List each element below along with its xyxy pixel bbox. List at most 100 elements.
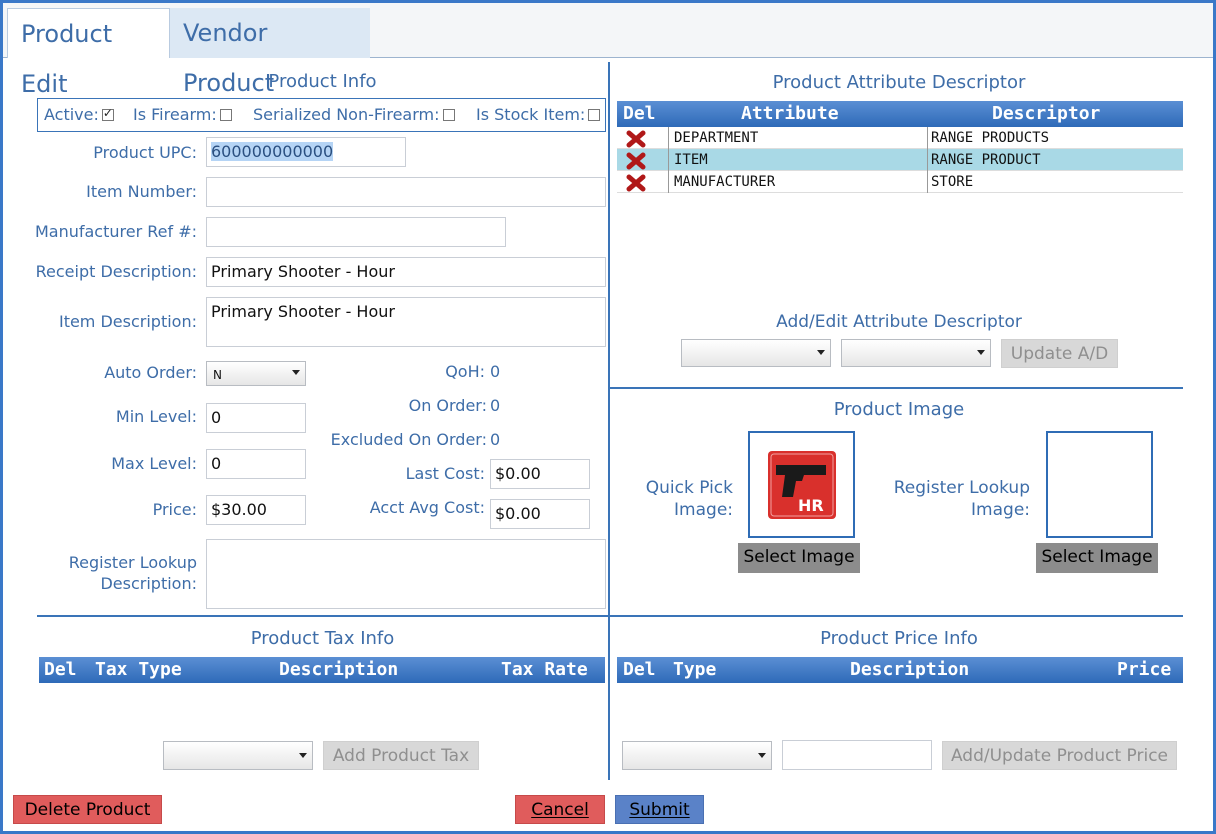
select-register-image-button[interactable]: Select Image: [1036, 543, 1158, 573]
col-attribute: Attribute: [741, 103, 839, 124]
reg-lookup-textarea[interactable]: [206, 539, 606, 609]
active-label: Active:: [44, 105, 99, 124]
chevron-down-icon: [758, 753, 766, 758]
excluded-value: 0: [490, 430, 501, 449]
divider-attr-image: [610, 387, 1183, 389]
col-description: Description: [279, 659, 399, 680]
stock-item-checkbox-field[interactable]: Is Stock Item:: [476, 105, 601, 124]
delete-x-icon[interactable]: [626, 130, 646, 148]
qoh-value: 0: [490, 362, 501, 381]
last-cost-label: Last Cost:: [405, 464, 485, 483]
add-product-tax-button[interactable]: Add Product Tax: [323, 741, 479, 770]
cell-separator: [668, 171, 669, 193]
delete-product-button[interactable]: Delete Product: [13, 795, 162, 824]
auto-order-select[interactable]: N: [206, 361, 306, 386]
cancel-button[interactable]: Cancel: [515, 795, 605, 824]
tab-vendor-product[interactable]: Vendor Product: [170, 8, 370, 97]
firearm-checkbox-field[interactable]: Is Firearm:: [133, 105, 232, 124]
max-level-input[interactable]: 0: [206, 449, 306, 479]
pistol-icon: HR: [768, 451, 836, 519]
vertical-divider: [608, 62, 610, 780]
tax-info-heading: Product Tax Info: [250, 628, 395, 649]
col-del: Del: [623, 103, 656, 124]
receipt-desc-input[interactable]: Primary Shooter - Hour: [206, 257, 606, 287]
serialized-checkbox-field[interactable]: Serialized Non-Firearm:: [253, 105, 455, 124]
upc-label: Product UPC:: [93, 143, 197, 162]
attribute-grid-header: Del Attribute Descriptor: [617, 101, 1183, 127]
cell-separator: [668, 127, 669, 149]
descriptor-cell: RANGE PRODUCT: [931, 152, 1041, 168]
serialized-label: Serialized Non-Firearm:: [253, 105, 440, 124]
attribute-cell: MANUFACTURER: [674, 174, 776, 190]
table-row[interactable]: DEPARTMENT RANGE PRODUCTS: [617, 127, 1183, 149]
acct-avg-label: Acct Avg Cost:: [369, 498, 485, 517]
add-edit-attr-heading: Add/Edit Attribute Descriptor: [776, 312, 1022, 332]
max-level-label: Max Level:: [111, 454, 197, 473]
quick-pick-label-1: Quick Pick: [645, 478, 733, 498]
mfr-ref-input[interactable]: [206, 217, 506, 247]
chevron-down-icon: [817, 350, 825, 355]
divider-lower-right: [610, 615, 1183, 617]
active-checkbox-field[interactable]: Active:: [44, 105, 114, 124]
divider-lower-left: [37, 615, 608, 617]
serialized-checkbox[interactable]: [442, 109, 455, 121]
col-del: Del: [623, 659, 656, 680]
active-checkbox[interactable]: [101, 106, 114, 121]
acct-avg-input[interactable]: $0.00: [490, 499, 590, 529]
thumb-text: HR: [798, 496, 824, 515]
tax-grid-header: Del Tax Type Description Tax Rate: [39, 657, 605, 683]
item-number-label: Item Number:: [86, 182, 197, 201]
on-order-value: 0: [490, 396, 501, 415]
upc-input[interactable]: 600000000000: [206, 137, 406, 167]
add-update-price-button[interactable]: Add/Update Product Price: [942, 741, 1177, 770]
last-cost-input[interactable]: $0.00: [490, 459, 590, 489]
delete-x-icon[interactable]: [626, 174, 646, 192]
select-quick-pick-image-button[interactable]: Select Image: [738, 543, 860, 573]
excluded-label: Excluded On Order:: [330, 430, 487, 449]
mfr-ref-label: Manufacturer Ref #:: [34, 222, 197, 241]
attribute-select[interactable]: [681, 339, 831, 367]
descriptor-cell: STORE: [931, 174, 974, 190]
reg-lookup-label-1: Register Lookup: [68, 553, 197, 572]
col-tax-rate: Tax Rate: [501, 659, 588, 680]
stock-item-checkbox[interactable]: [588, 109, 601, 121]
col-description: Description: [850, 659, 970, 680]
register-image-box[interactable]: [1046, 431, 1153, 538]
descriptor-cell: RANGE PRODUCTS: [931, 130, 1050, 146]
col-price: Price: [1117, 659, 1172, 680]
receipt-desc-label: Receipt Description:: [35, 262, 197, 281]
register-image-label-2: Image:: [971, 500, 1030, 520]
item-number-input[interactable]: [206, 177, 606, 207]
cell-separator: [668, 149, 669, 171]
attribute-cell: DEPARTMENT: [674, 130, 759, 146]
item-desc-textarea[interactable]: Primary Shooter - Hour: [206, 297, 606, 347]
qoh-label: QoH:: [445, 362, 485, 381]
upc-value: 600000000000: [211, 142, 334, 161]
submit-button[interactable]: Submit: [615, 795, 704, 824]
update-ad-button[interactable]: Update A/D: [1001, 339, 1118, 368]
chevron-down-icon: [299, 753, 307, 758]
tax-type-select[interactable]: [163, 741, 313, 770]
firearm-checkbox[interactable]: [219, 109, 232, 121]
col-del: Del: [44, 659, 77, 680]
price-type-select[interactable]: [622, 741, 772, 770]
attribute-heading: Product Attribute Descriptor: [772, 72, 1026, 93]
table-row[interactable]: ITEM RANGE PRODUCT: [617, 149, 1183, 171]
price-amount-input[interactable]: [782, 740, 932, 770]
product-info-heading: Product Info: [268, 71, 377, 92]
quick-pick-image-box[interactable]: HR: [748, 431, 855, 538]
min-level-input[interactable]: 0: [206, 403, 306, 433]
cancel-label: Cancel: [531, 800, 589, 820]
item-desc-label: Item Description:: [58, 312, 197, 331]
delete-x-icon[interactable]: [626, 152, 646, 170]
price-info-heading: Product Price Info: [820, 628, 978, 649]
quick-pick-label-2: Image:: [674, 500, 733, 520]
price-input[interactable]: $30.00: [206, 495, 306, 525]
table-row[interactable]: MANUFACTURER STORE: [617, 171, 1183, 193]
tab-product-edit[interactable]: Product Edit: [7, 8, 170, 98]
descriptor-select[interactable]: [841, 339, 991, 367]
price-grid-header: Del Type Description Price: [617, 657, 1183, 683]
firearm-label: Is Firearm:: [133, 105, 217, 124]
chevron-down-icon: [292, 370, 300, 375]
reg-lookup-label-2: Description:: [100, 574, 197, 593]
